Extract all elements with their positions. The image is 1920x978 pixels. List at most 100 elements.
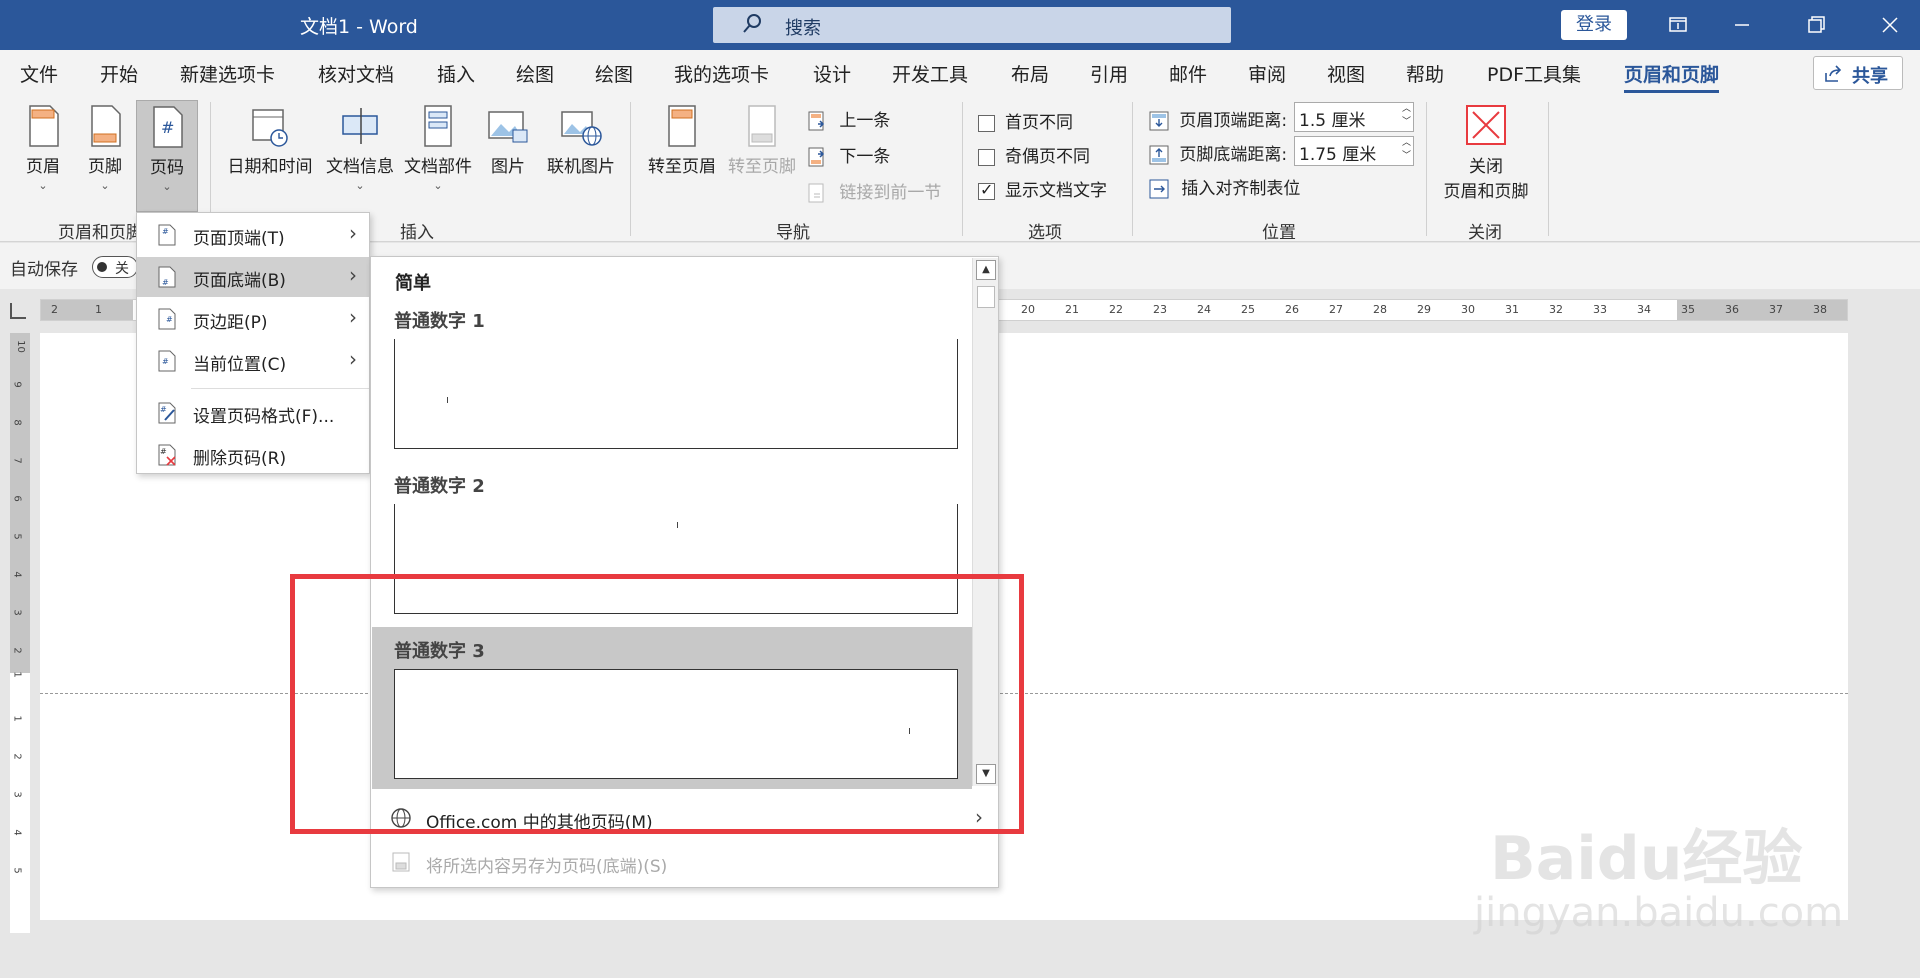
ruler-number: 24 <box>1197 303 1211 316</box>
docinfo-button[interactable]: 文档信息 ⌄ <box>320 104 400 214</box>
tab-proofread[interactable]: 核对文档 <box>318 60 394 87</box>
tab-pdf-tools[interactable]: PDF工具集 <box>1487 60 1581 87</box>
tab-help[interactable]: 帮助 <box>1406 60 1444 87</box>
page-bottom-icon: # <box>158 266 176 288</box>
docinfo-icon <box>342 108 378 144</box>
ruler-number: 21 <box>1065 303 1079 316</box>
tab-layout[interactable]: 布局 <box>1011 60 1049 87</box>
calendar-clock-icon <box>252 109 288 147</box>
close-window-button[interactable] <box>1872 8 1908 42</box>
header-top-distance: 页眉顶端距离: <box>1148 106 1287 132</box>
group-label-navigation: 导航 <box>776 223 810 243</box>
menu-item-page-bottom[interactable]: # 页面底端(B) › <box>137 257 369 297</box>
scroll-thumb[interactable] <box>977 286 995 308</box>
tab-insert[interactable]: 插入 <box>437 60 475 87</box>
ruler-number: 9 <box>11 381 23 388</box>
tab-design[interactable]: 设计 <box>813 60 851 87</box>
chevron-down-icon: ⌄ <box>38 179 48 192</box>
highlight-annotation-box <box>290 574 1024 834</box>
tab-my-tab[interactable]: 我的选项卡 <box>674 60 769 87</box>
spinner-arrows-icon[interactable]: ︿ ﹀ <box>1402 103 1411 129</box>
previous-button[interactable]: 上一条 <box>806 106 890 132</box>
tab-references[interactable]: 引用 <box>1090 60 1128 87</box>
title-bar: 文档1 - Word 搜索 登录 <box>0 0 1920 50</box>
next-icon <box>808 147 825 167</box>
footer-button[interactable]: 页脚 ⌄ <box>76 104 134 214</box>
show-document-text-label: 显示文档文字 <box>1005 181 1107 201</box>
ribbon-display-options-button[interactable] <box>1660 8 1696 42</box>
tab-home[interactable]: 开始 <box>100 60 138 87</box>
tab-mailings[interactable]: 邮件 <box>1169 60 1207 87</box>
save-selection-item[interactable]: 将所选内容另存为页码(底端)(S) <box>372 841 997 883</box>
menu-item-current-position[interactable]: # 当前位置(C) › <box>137 341 369 381</box>
header-button[interactable]: 页眉 ⌄ <box>14 104 72 214</box>
vertical-ruler[interactable]: 10 9 8 7 6 5 4 3 2 1 1 2 3 4 5 <box>10 333 30 933</box>
menu-item-page-margins[interactable]: # 页边距(P) › <box>137 299 369 339</box>
online-picture-button[interactable]: 联机图片 <box>540 104 622 214</box>
scroll-up-icon[interactable]: ▲ <box>976 260 996 280</box>
goto-footer-button[interactable]: 转至页脚 <box>722 104 802 214</box>
search-label: 搜索 <box>785 18 821 39</box>
goto-footer-icon <box>748 105 776 147</box>
search-box[interactable]: 搜索 <box>713 7 1231 43</box>
first-page-different-checkbox[interactable]: 首页不同 <box>978 108 1073 133</box>
autosave-toggle[interactable]: 关 <box>92 256 138 278</box>
tab-file[interactable]: 文件 <box>20 60 58 87</box>
show-document-text-checkbox[interactable]: 显示文档文字 <box>978 176 1107 201</box>
ruler-number: 2 <box>11 647 23 654</box>
format-page-number-icon: # <box>158 402 176 424</box>
ruler-number: 23 <box>1153 303 1167 316</box>
remove-page-number-icon: # <box>158 444 176 466</box>
odd-even-different-checkbox[interactable]: 奇偶页不同 <box>978 142 1090 167</box>
ruler-number: 38 <box>1813 303 1827 316</box>
ruler-number: 5 <box>11 533 23 540</box>
ruler-number: 35 <box>1681 303 1695 316</box>
ruler-number: 36 <box>1725 303 1739 316</box>
menu-tabs: 文件 开始 新建选项卡 核对文档 插入 绘图 绘图 我的选项卡 设计 开发工具 … <box>0 50 1920 96</box>
page-number-label: 页码 <box>150 158 184 178</box>
header-top-label: 页眉顶端距离: <box>1179 111 1288 131</box>
goto-header-button[interactable]: 转至页眉 <box>642 104 722 214</box>
insert-alignment-tab-button[interactable]: 插入对齐制表位 <box>1148 174 1300 200</box>
ruler-number: 6 <box>11 495 23 502</box>
spinner-arrows-icon[interactable]: ︿ ﹀ <box>1402 137 1411 163</box>
tab-header-footer[interactable]: 页眉和页脚 <box>1624 60 1720 93</box>
tab-selector-icon[interactable] <box>10 303 26 319</box>
share-button[interactable]: 共享 <box>1813 56 1903 90</box>
minimize-button[interactable] <box>1724 8 1760 42</box>
datetime-label: 日期和时间 <box>227 157 313 177</box>
tab-new-tab[interactable]: 新建选项卡 <box>180 60 275 87</box>
tab-developer[interactable]: 开发工具 <box>892 60 968 87</box>
ruler-number: 30 <box>1461 303 1475 316</box>
header-top-input[interactable]: 1.5 厘米 ︿ ﹀ <box>1294 102 1414 132</box>
menu-item-label: 页面底端(B) <box>193 271 286 291</box>
ruler-number: 10 <box>14 340 26 353</box>
link-previous-button[interactable]: 链接到前一节 <box>806 178 941 204</box>
page-top-icon: # <box>158 224 176 246</box>
group-label-options: 选项 <box>1028 223 1062 243</box>
close-header-footer-button[interactable]: 关闭 页眉和页脚 <box>1436 104 1536 214</box>
restore-button[interactable] <box>1798 8 1834 42</box>
picture-button[interactable]: 图片 <box>480 104 536 214</box>
datetime-button[interactable]: 日期和时间 <box>224 104 316 214</box>
online-picture-icon <box>561 111 602 146</box>
next-button[interactable]: 下一条 <box>806 142 890 168</box>
tab-draw-1[interactable]: 绘图 <box>516 60 554 87</box>
docparts-button[interactable]: 文档部件 ⌄ <box>400 104 476 214</box>
ruler-number: 4 <box>11 571 23 578</box>
menu-item-page-top[interactable]: # 页面顶端(T) › <box>137 215 369 255</box>
docparts-icon <box>424 105 452 147</box>
gallery-item-plain-number-1[interactable]: 普通数字 1 <box>372 297 972 459</box>
ruler-number: 2 <box>11 753 23 760</box>
current-position-icon: # <box>158 350 176 372</box>
share-label: 共享 <box>1852 66 1888 87</box>
tab-draw-2[interactable]: 绘图 <box>595 60 633 87</box>
login-button[interactable]: 登录 <box>1561 10 1627 40</box>
menu-item-remove-page-numbers[interactable]: # 删除页码(R) <box>137 435 369 475</box>
tab-review[interactable]: 审阅 <box>1248 60 1286 87</box>
tab-view[interactable]: 视图 <box>1327 60 1365 87</box>
footer-bottom-input[interactable]: 1.75 厘米 ︿ ﹀ <box>1294 136 1414 166</box>
menu-item-format-page-numbers[interactable]: # 设置页码格式(F)... <box>137 393 369 433</box>
page-number-button[interactable]: # 页码 ⌄ <box>136 100 198 212</box>
ruler-number: 4 <box>11 829 23 836</box>
